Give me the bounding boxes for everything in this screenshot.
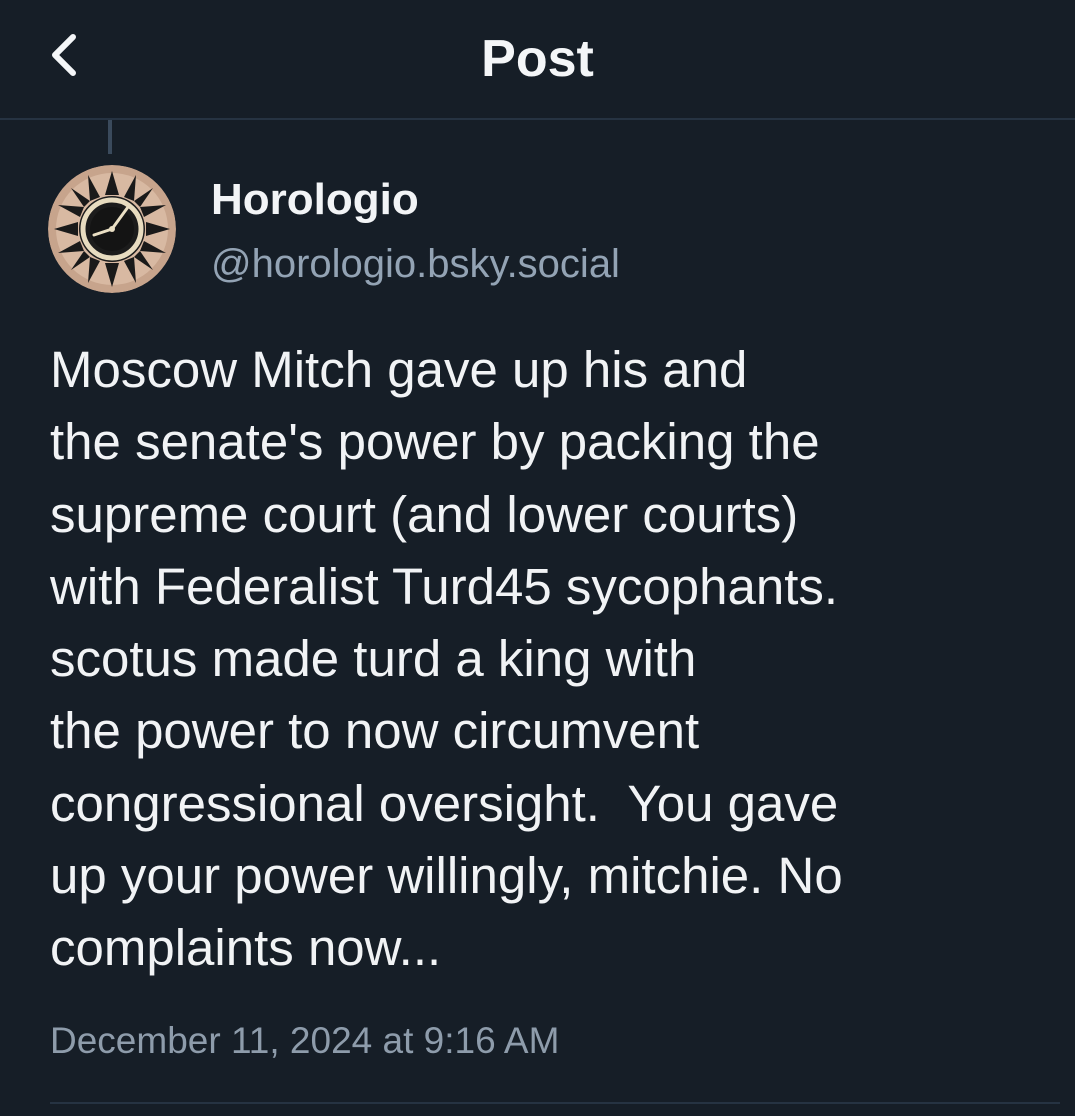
author-display-name[interactable]: Horologio	[211, 173, 419, 227]
avatar[interactable]	[48, 165, 176, 293]
author-handle[interactable]: @horologio.bsky.social	[211, 239, 620, 289]
page-title: Post	[481, 30, 594, 88]
clock-icon	[48, 165, 176, 293]
divider	[50, 1102, 1060, 1104]
thread-connector-line	[108, 120, 112, 154]
post-body-text: Moscow Mitch gave up his and the senate'…	[50, 341, 843, 977]
post-timestamp: December 11, 2024 at 9:16 AM	[50, 1020, 560, 1061]
top-bar: Post	[0, 0, 1075, 120]
